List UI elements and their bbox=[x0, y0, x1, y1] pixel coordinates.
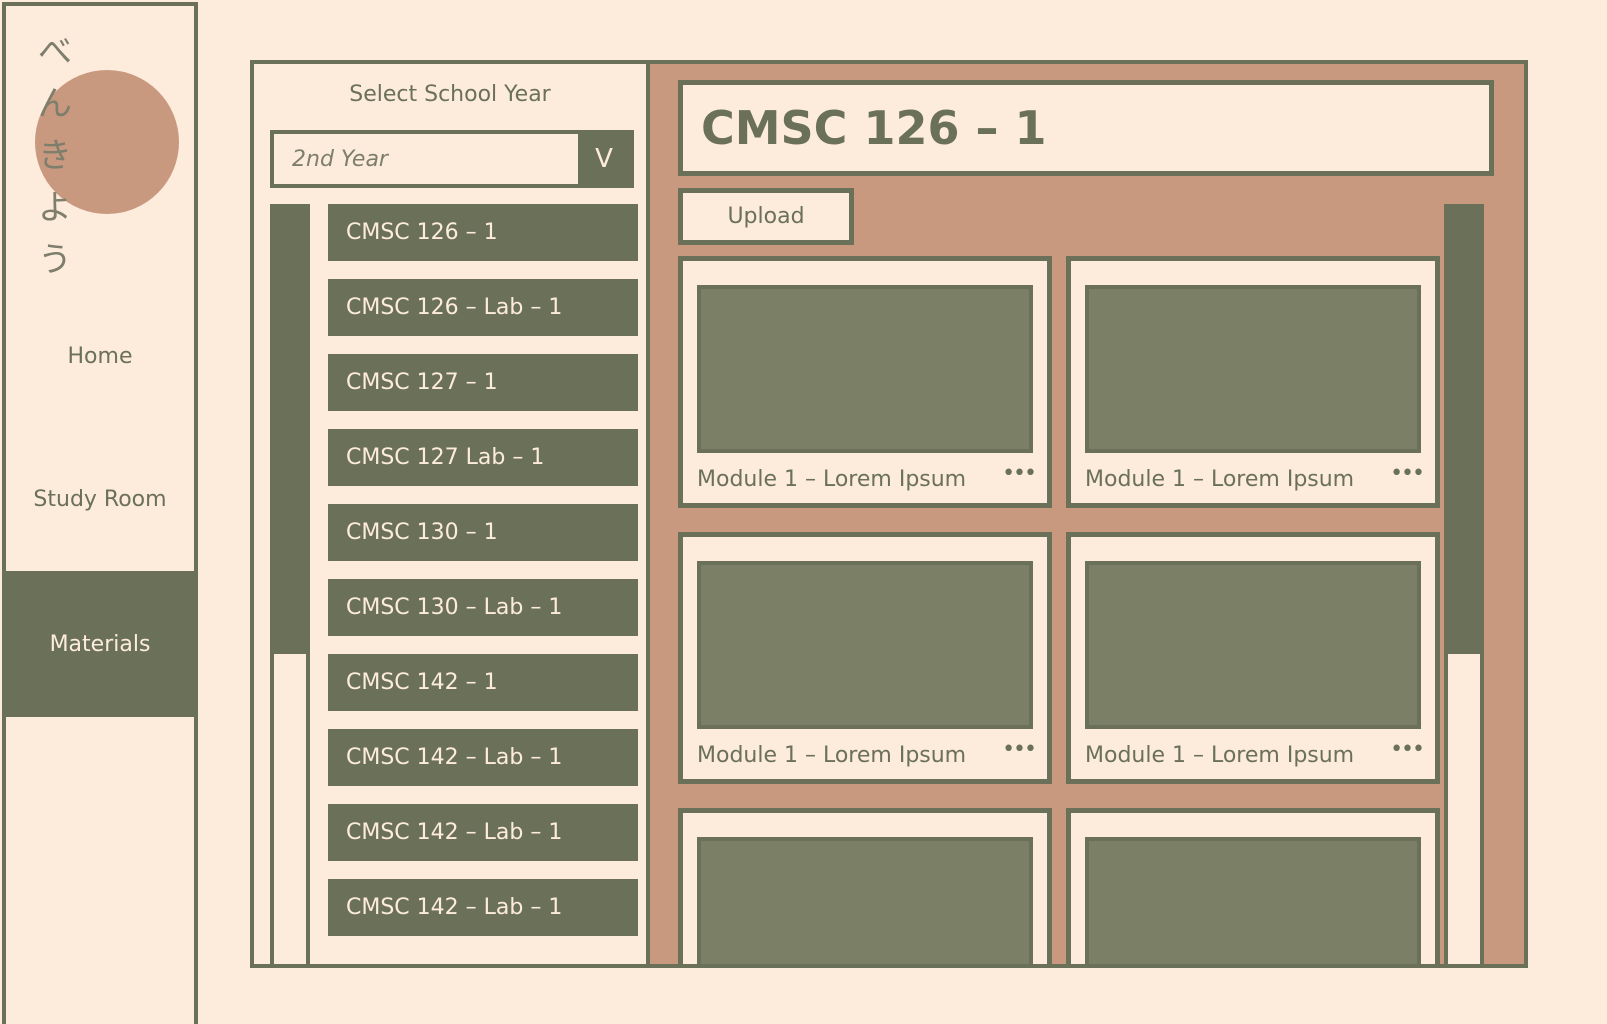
course-list-scrollbar-thumb[interactable] bbox=[274, 208, 306, 654]
materials-panel: CMSC 126 – 1 Upload Module 1 – Lorem Ips… bbox=[650, 64, 1524, 964]
course-item[interactable]: CMSC 142 – Lab – 1 bbox=[328, 804, 638, 861]
course-item[interactable]: CMSC 127 Lab – 1 bbox=[328, 429, 638, 486]
material-card[interactable]: Module 1 – Lorem Ipsum ••• bbox=[678, 532, 1052, 784]
brand-char: う bbox=[38, 240, 72, 280]
brand-char: よ bbox=[38, 188, 72, 228]
nav-item-home[interactable]: Home bbox=[6, 284, 194, 428]
nav-item-materials[interactable]: Materials bbox=[6, 571, 194, 717]
school-year-dropdown[interactable]: 2nd Year V bbox=[270, 130, 634, 188]
material-thumbnail bbox=[697, 561, 1033, 729]
material-card[interactable]: Module 1 – Lorem Ipsum ••• bbox=[1066, 532, 1440, 784]
material-card[interactable] bbox=[1066, 808, 1440, 964]
more-options-icon[interactable]: ••• bbox=[1002, 737, 1037, 762]
brand-char: べ bbox=[38, 32, 72, 72]
course-list-scrollbar[interactable] bbox=[270, 204, 310, 964]
materials-scrollbar[interactable] bbox=[1444, 204, 1484, 964]
page-title: CMSC 126 – 1 bbox=[701, 101, 1047, 155]
chevron-down-icon[interactable]: V bbox=[578, 134, 630, 184]
more-options-icon[interactable]: ••• bbox=[1390, 461, 1425, 486]
material-thumbnail bbox=[1085, 837, 1421, 964]
course-title-box: CMSC 126 – 1 bbox=[678, 80, 1494, 176]
app-root: べ ん き よ う Home Study Room Materials Sele… bbox=[0, 0, 1607, 1024]
more-options-icon[interactable]: ••• bbox=[1002, 461, 1037, 486]
material-card-label: Module 1 – Lorem Ipsum bbox=[1085, 743, 1355, 768]
material-card[interactable]: Module 1 – Lorem Ipsum ••• bbox=[678, 256, 1052, 508]
material-thumbnail bbox=[1085, 285, 1421, 453]
material-thumbnail bbox=[1085, 561, 1421, 729]
course-item[interactable]: CMSC 126 – Lab – 1 bbox=[328, 279, 638, 336]
course-selector-panel: Select School Year 2nd Year V CMSC 126 –… bbox=[254, 64, 650, 964]
school-year-selected-value: 2nd Year bbox=[274, 134, 578, 184]
material-card[interactable] bbox=[678, 808, 1052, 964]
sidebar: べ ん き よ う Home Study Room Materials bbox=[2, 2, 198, 1024]
more-options-icon[interactable]: ••• bbox=[1390, 737, 1425, 762]
course-item[interactable]: CMSC 126 – 1 bbox=[328, 204, 638, 261]
course-item[interactable]: CMSC 142 – Lab – 1 bbox=[328, 729, 638, 786]
materials-scrollbar-thumb[interactable] bbox=[1448, 208, 1480, 654]
material-card-label: Module 1 – Lorem Ipsum bbox=[697, 743, 967, 768]
material-card-label: Module 1 – Lorem Ipsum bbox=[1085, 467, 1355, 492]
course-item[interactable]: CMSC 130 – Lab – 1 bbox=[328, 579, 638, 636]
brand-char: ん bbox=[38, 84, 72, 124]
course-item[interactable]: CMSC 142 – 1 bbox=[328, 654, 638, 711]
material-card[interactable]: Module 1 – Lorem Ipsum ••• bbox=[1066, 256, 1440, 508]
course-item[interactable]: CMSC 130 – 1 bbox=[328, 504, 638, 561]
nav-item-study-room[interactable]: Study Room bbox=[6, 427, 194, 571]
material-thumbnail bbox=[697, 837, 1033, 964]
brand-logo[interactable]: べ ん き よ う bbox=[30, 26, 80, 286]
school-year-label: Select School Year bbox=[349, 82, 551, 107]
course-item[interactable]: CMSC 142 – Lab – 1 bbox=[328, 879, 638, 936]
course-list: CMSC 126 – 1 CMSC 126 – Lab – 1 CMSC 127… bbox=[328, 204, 638, 954]
material-card-label: Module 1 – Lorem Ipsum bbox=[697, 467, 967, 492]
brand-char: き bbox=[38, 136, 72, 176]
material-thumbnail bbox=[697, 285, 1033, 453]
main-frame: Select School Year 2nd Year V CMSC 126 –… bbox=[250, 60, 1528, 968]
course-item[interactable]: CMSC 127 – 1 bbox=[328, 354, 638, 411]
upload-button[interactable]: Upload bbox=[678, 188, 854, 245]
